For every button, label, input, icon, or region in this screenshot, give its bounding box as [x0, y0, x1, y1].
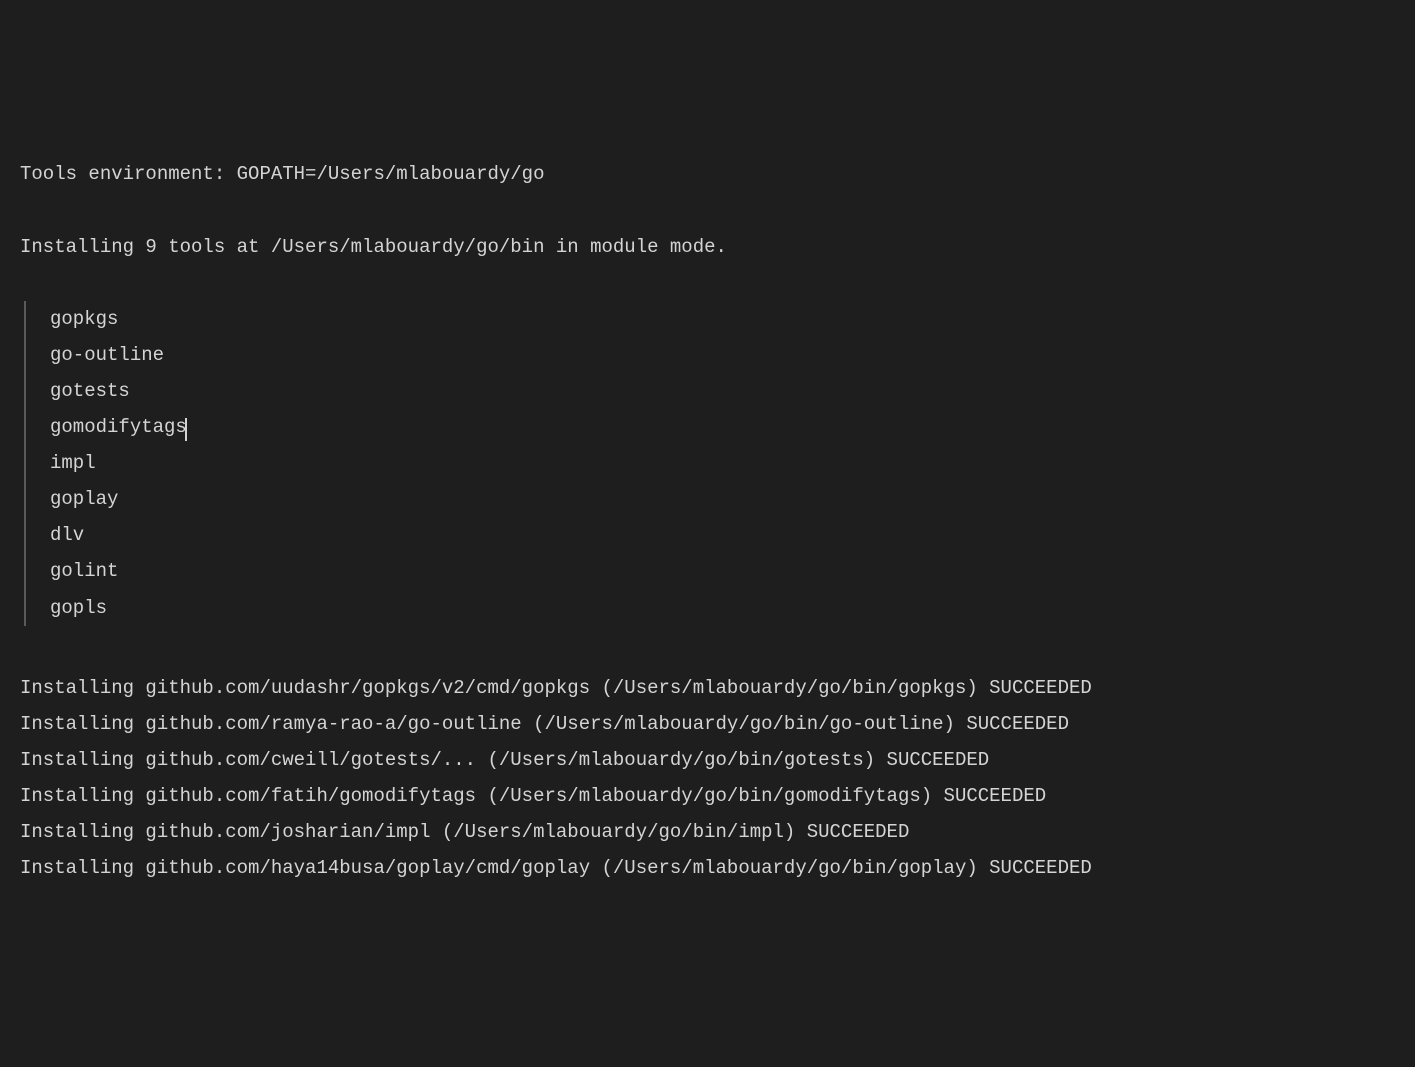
env-line: Tools environment: GOPATH=/Users/mlaboua…: [20, 156, 1395, 192]
install-status-line: Installing github.com/uudashr/gopkgs/v2/…: [20, 670, 1395, 706]
tools-list: gopkgsgo-outlinegotestsgomodifytagsimplg…: [24, 301, 1395, 626]
tool-item: goplay: [50, 481, 1395, 517]
install-status-line: Installing github.com/ramya-rao-a/go-out…: [20, 706, 1395, 742]
tool-item: go-outline: [50, 337, 1395, 373]
install-status-line: Installing github.com/josharian/impl (/U…: [20, 814, 1395, 850]
installing-header: Installing 9 tools at /Users/mlabouardy/…: [20, 229, 1395, 265]
tool-item: gopls: [50, 590, 1395, 626]
tool-item: dlv: [50, 517, 1395, 553]
install-status-line: Installing github.com/fatih/gomodifytags…: [20, 778, 1395, 814]
tool-item: impl: [50, 445, 1395, 481]
tool-item: gomodifytags: [50, 409, 1395, 445]
tool-item: golint: [50, 553, 1395, 589]
text-cursor: [185, 418, 187, 441]
install-status-line: Installing github.com/cweill/gotests/...…: [20, 742, 1395, 778]
install-status-line: Installing github.com/haya14busa/goplay/…: [20, 850, 1395, 886]
tool-item: gopkgs: [50, 301, 1395, 337]
tool-item: gotests: [50, 373, 1395, 409]
install-output: Installing github.com/uudashr/gopkgs/v2/…: [20, 670, 1395, 887]
